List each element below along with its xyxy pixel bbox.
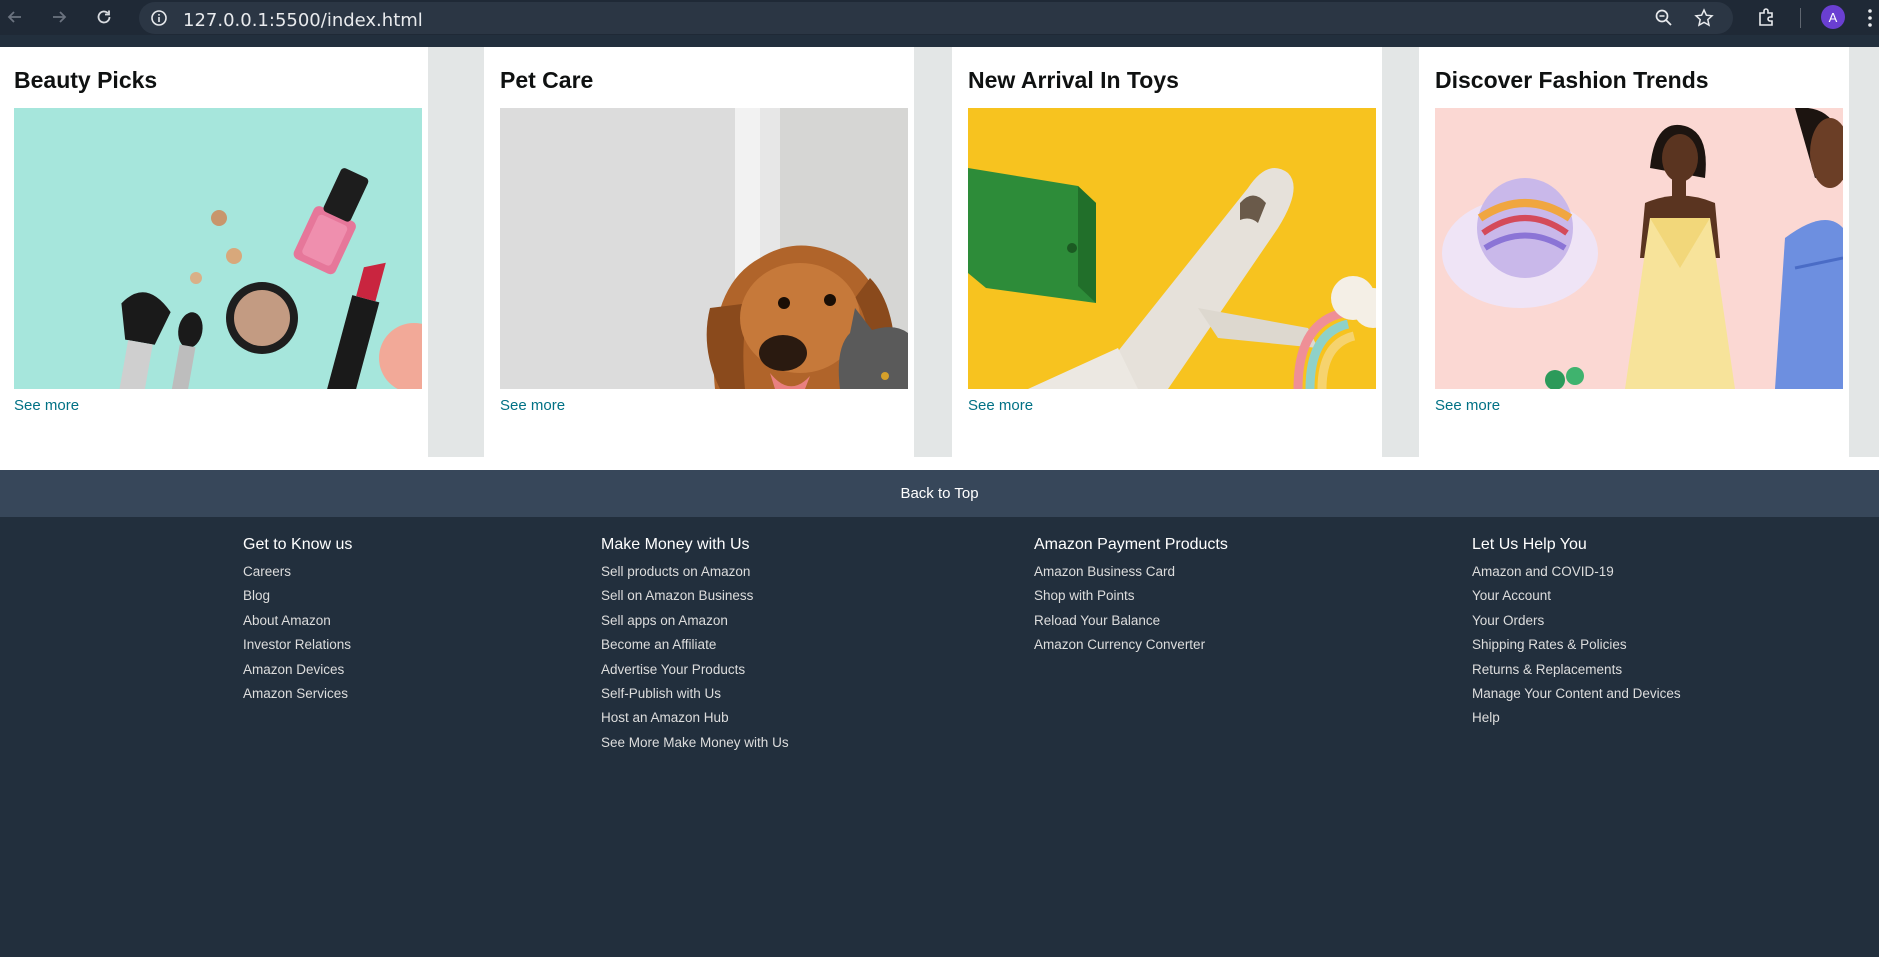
footer-column-payment-products: Amazon Payment Products Amazon Business … (1034, 536, 1228, 658)
card-beauty-picks: Beauty Picks See more (0, 47, 428, 457)
reload-icon[interactable] (89, 2, 119, 32)
footer-link[interactable]: Host an Amazon Hub (601, 706, 789, 730)
footer-link[interactable]: Amazon Services (243, 682, 352, 706)
see-more-link[interactable]: See more (500, 397, 565, 414)
footer-link[interactable]: Sell apps on Amazon (601, 609, 789, 633)
forward-icon[interactable] (44, 2, 74, 32)
footer-link[interactable]: Amazon Currency Converter (1034, 633, 1228, 657)
footer-link[interactable]: Advertise Your Products (601, 658, 789, 682)
menu-kebab-icon[interactable] (1864, 7, 1876, 29)
footer-link[interactable]: Become an Affiliate (601, 633, 789, 657)
footer-link[interactable]: Shipping Rates & Policies (1472, 633, 1681, 657)
footer-column-make-money: Make Money with Us Sell products on Amaz… (601, 536, 789, 755)
zoom-icon[interactable] (1653, 7, 1675, 29)
footer-heading: Get to Know us (243, 536, 353, 553)
site-info-icon[interactable] (148, 7, 170, 29)
see-more-link[interactable]: See more (1435, 397, 1500, 414)
dog-and-cat-image[interactable] (500, 108, 908, 389)
extensions-icon[interactable] (1756, 6, 1778, 28)
footer-link[interactable]: Careers (243, 560, 352, 584)
footer-link[interactable]: Your Account (1472, 584, 1681, 608)
url-text[interactable]: 127.0.0.1:5500/index.html (183, 10, 423, 31)
profile-avatar[interactable]: A (1821, 5, 1845, 29)
see-more-link[interactable]: See more (968, 397, 1033, 414)
footer-link[interactable]: Reload Your Balance (1034, 609, 1228, 633)
toolbar-separator (1800, 8, 1801, 28)
footer-link[interactable]: About Amazon (243, 609, 352, 633)
footer-heading: Let Us Help You (1472, 536, 1587, 553)
footer-link[interactable]: Sell on Amazon Business (601, 584, 789, 608)
footer-link[interactable]: Manage Your Content and Devices (1472, 682, 1681, 706)
footer-link[interactable]: Help (1472, 706, 1681, 730)
bookmark-star-icon[interactable] (1693, 7, 1715, 29)
back-to-top-button[interactable]: Back to Top (0, 470, 1879, 517)
footer-link[interactable]: Amazon Business Card (1034, 560, 1228, 584)
address-bar[interactable]: 127.0.0.1:5500/index.html (139, 2, 1733, 34)
back-icon[interactable] (0, 2, 30, 32)
footer-link[interactable]: Amazon and COVID-19 (1472, 560, 1681, 584)
footer-link[interactable]: Blog (243, 584, 352, 608)
card-new-arrival-toys: New Arrival In Toys See more (952, 47, 1382, 457)
footer-link[interactable]: Self-Publish with Us (601, 682, 789, 706)
card-pet-care: Pet Care See more (484, 47, 914, 457)
card-title: New Arrival In Toys (968, 67, 1179, 93)
footer-link[interactable]: Shop with Points (1034, 584, 1228, 608)
footer-link[interactable]: Your Orders (1472, 609, 1681, 633)
footer-link[interactable]: Investor Relations (243, 633, 352, 657)
footer-column-get-to-know-us: Get to Know us Careers Blog About Amazon… (243, 536, 352, 706)
browser-toolbar: 127.0.0.1:5500/index.html A (0, 0, 1879, 35)
footer-heading: Amazon Payment Products (1034, 536, 1228, 553)
toy-airplane-image[interactable] (968, 108, 1376, 389)
page-content: Beauty Picks See more Pet Care See more … (0, 47, 1879, 957)
footer-link[interactable]: Amazon Devices (243, 658, 352, 682)
footer-column-help: Let Us Help You Amazon and COVID-19 Your… (1472, 536, 1681, 731)
card-title: Pet Care (500, 67, 594, 93)
footer-link[interactable]: Sell products on Amazon (601, 560, 789, 584)
section-divider (0, 457, 1879, 470)
card-discover-fashion: Discover Fashion Trends See more (1419, 47, 1849, 457)
card-title: Beauty Picks (14, 67, 158, 93)
footer-link[interactable]: See More Make Money with Us (601, 731, 789, 755)
beauty-products-image[interactable] (14, 108, 422, 389)
card-title: Discover Fashion Trends (1435, 67, 1709, 93)
fashion-models-image[interactable] (1435, 108, 1843, 389)
footer: Get to Know us Careers Blog About Amazon… (0, 517, 1879, 957)
see-more-link[interactable]: See more (14, 397, 79, 414)
footer-link[interactable]: Returns & Replacements (1472, 658, 1681, 682)
footer-heading: Make Money with Us (601, 536, 750, 553)
card-row: Beauty Picks See more Pet Care See more … (0, 47, 1879, 470)
